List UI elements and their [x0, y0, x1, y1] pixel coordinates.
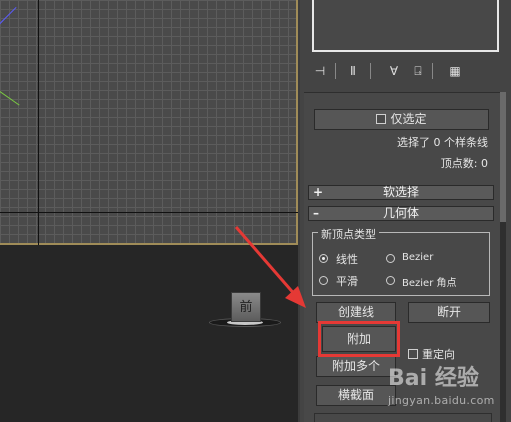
viewcube-front-face[interactable]: 前	[231, 292, 261, 322]
vertex-select-icon[interactable]: ∀	[386, 62, 402, 80]
viewport[interactable]: 前	[0, 0, 300, 422]
perspective-grid[interactable]	[0, 0, 298, 245]
create-line-button[interactable]: 创建线	[316, 302, 396, 323]
vertex-type-bezier-corner-label: Bezier 角点	[402, 278, 457, 289]
attach-multiple-button[interactable]: 附加多个	[316, 356, 396, 377]
only-selected-toggle[interactable]: 仅选定	[314, 109, 489, 130]
reorient-checkbox[interactable]	[408, 349, 418, 359]
watermark: Bai 经验 jingyan.baidu.com	[388, 360, 510, 415]
modifier-stack-icon[interactable]: Ⅱ	[345, 62, 361, 80]
geometry-rollout-header[interactable]: – 几何体	[308, 206, 494, 221]
soft-selection-rollout-header[interactable]: + 软选择	[308, 185, 494, 200]
toolbar-divider	[432, 63, 433, 79]
watermark-url: jingyan.baidu.com	[388, 394, 495, 407]
geometry-title: 几何体	[382, 206, 419, 220]
break-button[interactable]: 断开	[408, 302, 490, 323]
pin-icon[interactable]: ⊣	[312, 62, 328, 80]
vertex-type-smooth-label: 平滑	[336, 275, 358, 288]
vertex-type-bezier-label: Bezier	[402, 252, 434, 263]
vertex-count-text: 顶点数: 0	[440, 157, 488, 170]
configure-icon[interactable]: ▦	[446, 62, 464, 80]
vertex-type-smooth-radio[interactable]	[319, 276, 328, 285]
lock-icon[interactable]: ⍈	[410, 62, 426, 80]
toolbar-divider	[370, 63, 371, 79]
toolbar-divider	[335, 63, 336, 79]
watermark-brand: Bai 经验	[388, 366, 479, 391]
modifier-list-box[interactable]	[312, 0, 499, 52]
only-selected-checkbox[interactable]	[376, 114, 387, 124]
grid-axis-vertical	[38, 0, 39, 245]
viewcube[interactable]: 前	[205, 290, 285, 335]
cross-section-button[interactable]: 横截面	[316, 385, 396, 406]
modifier-stack-toolbar: ⊣ Ⅱ ∀ ⍈ ▦	[310, 62, 490, 82]
new-vertex-type-title: 新顶点类型	[318, 226, 379, 242]
only-selected-label: 仅选定	[390, 112, 427, 126]
expand-icon: +	[313, 185, 324, 199]
vertex-type-bezier-radio[interactable]	[386, 254, 395, 263]
collapse-icon: –	[313, 206, 319, 220]
vertex-type-bezier-corner-radio[interactable]	[386, 276, 395, 285]
grid-axis-horizontal	[0, 212, 298, 213]
vertex-type-linear-label: 线性	[336, 253, 358, 266]
selection-info-text: 选择了 0 个样条线	[397, 136, 488, 149]
scrollbar-thumb[interactable]	[500, 92, 506, 222]
x-axis-line	[0, 87, 20, 106]
vertex-type-linear-radio[interactable]	[319, 254, 328, 263]
modify-panel: ⊣ Ⅱ ∀ ⍈ ▦ 仅选定 选择了 0 个样条线 顶点数: 0 + 软选择 – …	[300, 0, 511, 422]
y-axis-line	[0, 6, 17, 27]
attach-button-highlight	[318, 321, 400, 357]
soft-selection-title: 软选择	[382, 185, 419, 199]
